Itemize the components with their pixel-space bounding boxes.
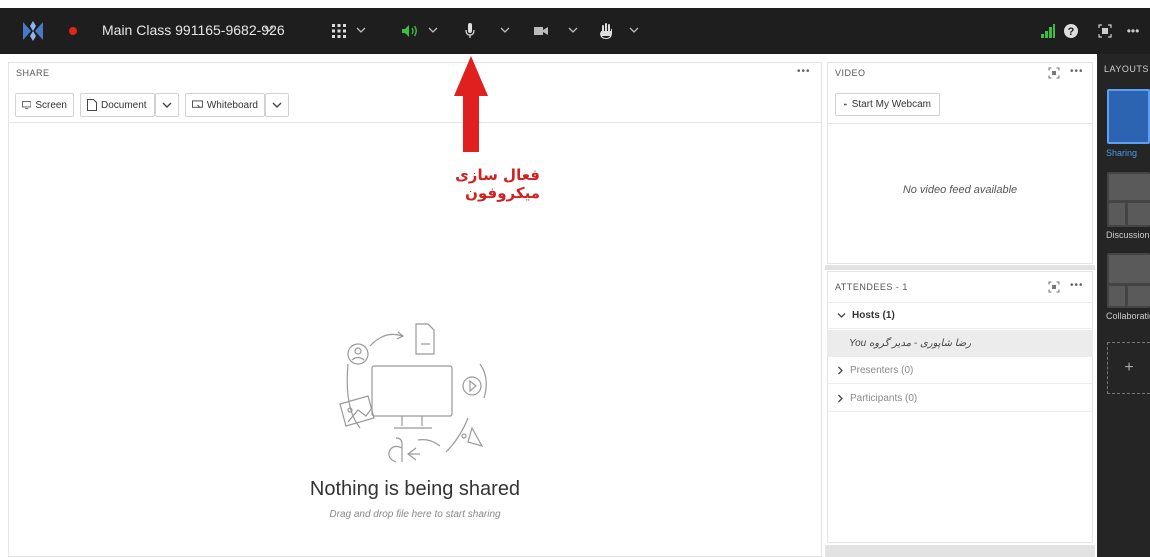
chevron-down-icon[interactable] [568, 23, 580, 37]
share-whiteboard-label: Whiteboard [206, 99, 258, 111]
record-dot-icon [69, 27, 77, 35]
attendee-user-row[interactable]: You رضا شاپوری - مدیر گروه [827, 330, 1093, 357]
chevron-down-icon [272, 102, 282, 108]
monitor-icon [22, 101, 32, 109]
chevron-right-icon [838, 366, 843, 374]
empty-share-subtitle: Drag and drop file here to start sharing [329, 509, 501, 520]
video-options-icon[interactable]: ••• [1070, 66, 1084, 77]
share-pod-title: SHARE [16, 68, 50, 78]
divider [827, 123, 1093, 124]
top-toolbar: Main Class 991165-9682-926 ? ••• [0, 8, 1150, 54]
app-logo-icon[interactable] [20, 19, 46, 43]
layout-sharing-thumbnail[interactable] [1107, 89, 1150, 144]
svg-text:?: ? [1068, 26, 1075, 38]
meeting-title[interactable]: Main Class 991165-9682-926 [102, 22, 285, 38]
share-screen-button[interactable]: Screen [15, 93, 74, 117]
chevron-down-icon[interactable] [264, 22, 274, 36]
chevron-down-icon[interactable] [500, 23, 512, 37]
pod-gap [825, 265, 1095, 270]
no-video-message: No video feed available [902, 184, 1018, 196]
chevron-down-icon [837, 313, 846, 318]
attendees-pod-title: ATTENDEES - 1 [835, 282, 908, 292]
layout-discussion-thumbnail[interactable] [1107, 172, 1150, 227]
layout-collaboration-thumbnail[interactable] [1107, 253, 1150, 308]
share-options-icon[interactable]: ••• [797, 66, 811, 77]
attendees-options-icon[interactable]: ••• [1070, 280, 1084, 291]
raise-hand-icon[interactable] [597, 21, 615, 41]
share-document-label: Document [101, 99, 147, 111]
hosts-group-label: Hosts (1) [852, 310, 895, 321]
fullscreen-icon[interactable] [1097, 21, 1113, 41]
video-pod-title: VIDEO [835, 68, 866, 78]
participants-group-row[interactable]: Participants (0) [827, 385, 1093, 412]
whiteboard-icon [192, 100, 203, 109]
whiteboard-dropdown-button[interactable] [265, 93, 289, 117]
divider [8, 122, 822, 123]
layout-grid-icon [1109, 255, 1150, 306]
more-icon[interactable]: ••• [1124, 21, 1142, 41]
chevron-down-icon[interactable] [629, 23, 641, 37]
start-webcam-label: Start My Webcam [851, 99, 931, 110]
window-top-strip [0, 0, 1150, 8]
layouts-title: LAYOUTS [1104, 64, 1149, 74]
presenters-group-label: Presenters (0) [850, 364, 914, 376]
fullscreen-icon[interactable] [1047, 280, 1061, 294]
microphone-icon[interactable] [463, 21, 477, 41]
chevron-down-icon[interactable] [356, 23, 368, 37]
empty-share-title: Nothing is being shared [309, 478, 521, 500]
share-document-button[interactable]: Document [80, 93, 155, 117]
apps-grid-icon[interactable] [330, 21, 348, 41]
document-dropdown-button[interactable] [155, 93, 179, 117]
add-layout-button[interactable]: + [1107, 342, 1150, 394]
empty-share-illustration [339, 323, 487, 463]
red-arrow-annotation [454, 56, 488, 152]
pod-gap [825, 545, 1095, 557]
chevron-down-icon[interactable] [428, 23, 440, 37]
fullscreen-icon[interactable] [1047, 66, 1061, 80]
share-screen-label: Screen [35, 99, 67, 111]
attendee-user-name: You رضا شاپوری - مدیر گروه [849, 337, 972, 349]
help-icon[interactable]: ? [1063, 21, 1079, 41]
start-webcam-button[interactable]: Start My Webcam [835, 93, 940, 116]
layout-discussion-label[interactable]: Discussion [1106, 230, 1150, 240]
speaker-icon[interactable] [400, 21, 420, 41]
document-icon [87, 99, 97, 111]
chevron-down-icon [162, 102, 172, 108]
signal-icon [1040, 21, 1056, 41]
layout-sharing-label[interactable]: Sharing [1106, 148, 1137, 158]
layout-collaboration-label[interactable]: Collaboration [1106, 311, 1150, 321]
camera-icon [844, 103, 847, 106]
plus-icon: + [1124, 359, 1134, 376]
participants-group-label: Participants (0) [850, 392, 918, 404]
layout-grid-icon [1109, 174, 1150, 225]
chevron-right-icon [838, 394, 843, 402]
camera-icon[interactable] [533, 21, 549, 41]
share-whiteboard-button[interactable]: Whiteboard [185, 93, 265, 117]
annotation-text: فعال سازی میکروفون [455, 166, 540, 202]
presenters-group-row[interactable]: Presenters (0) [827, 357, 1093, 384]
hosts-group-row[interactable]: Hosts (1) [827, 302, 1093, 329]
